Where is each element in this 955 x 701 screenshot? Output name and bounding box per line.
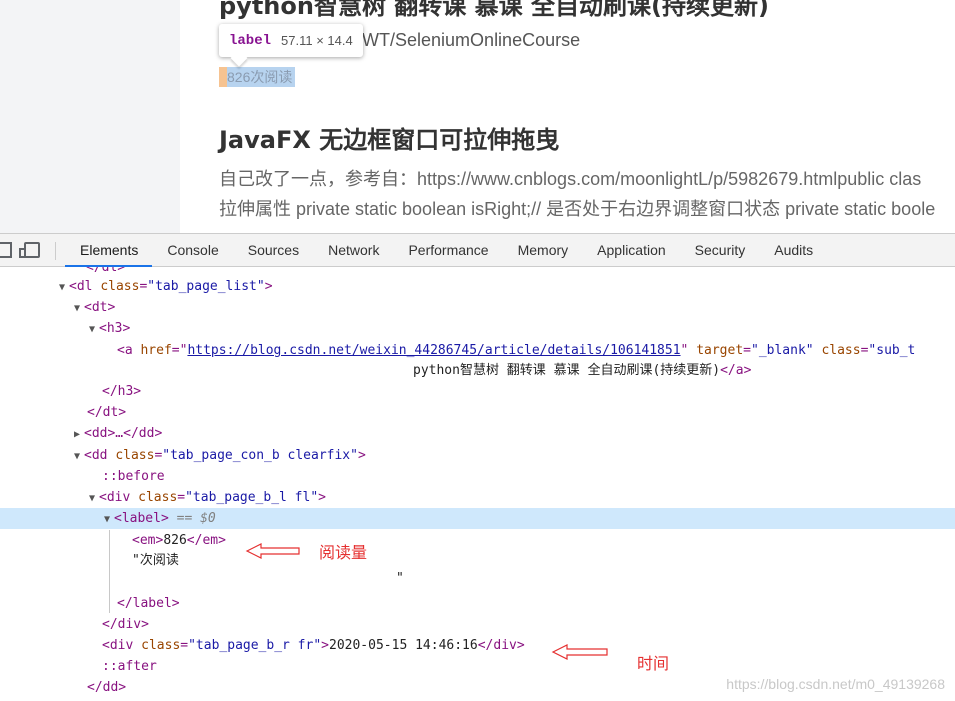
tab-console[interactable]: Console <box>152 234 232 267</box>
elements-tree: </dl> ▼<dl class="tab_page_list"> ▼<dt> … <box>0 267 955 701</box>
devtools-tabbar: Elements Console Sources Network Perform… <box>0 233 955 267</box>
tree-line-dd-collapsed[interactable]: ▶<dd>…</dd> <box>74 423 955 444</box>
indent-guide <box>109 530 110 613</box>
tab-network[interactable]: Network <box>313 234 393 267</box>
element-inspect-tooltip: label 57.11 × 14.4 <box>219 24 363 57</box>
expand-triangle-icon[interactable]: ▼ <box>59 277 69 298</box>
tooltip-dimensions: 57.11 × 14.4 <box>281 33 353 48</box>
tree-line-label-close[interactable]: </label> <box>117 593 955 614</box>
article-title-2[interactable]: JavaFX 无边框窗口可拉伸拖曳 <box>219 120 559 155</box>
tree-line-label-selected[interactable]: ▼<label> == $0 <box>0 508 955 529</box>
tree-line-h3-close[interactable]: </h3> <box>102 381 955 402</box>
tree-line-div-left[interactable]: ▼<div class="tab_page_b_l fl"> <box>89 487 955 508</box>
annotation-read-count: 阅读量 <box>319 539 367 563</box>
tree-line-dt-close[interactable]: </dt> <box>87 402 955 423</box>
expand-triangle-icon[interactable]: ▼ <box>104 509 114 530</box>
tab-memory[interactable]: Memory <box>503 234 583 267</box>
page-left-gutter <box>0 0 180 233</box>
article-description-line-1: 自己改了一点，参考自：https://www.cnblogs.com/moonl… <box>219 165 921 191</box>
tab-audits[interactable]: Audits <box>759 234 827 267</box>
collapse-triangle-icon[interactable]: ▶ <box>74 424 84 445</box>
tree-line-h3[interactable]: ▼<h3> <box>89 318 955 339</box>
annotation-arrow-left-icon <box>245 542 301 560</box>
devtools-tabs: Elements Console Sources Network Perform… <box>65 234 827 267</box>
tree-line-dd[interactable]: ▼<dd class="tab_page_con_b clearfix"> <box>74 445 955 466</box>
article-title[interactable]: python智慧树 翻转课 慕课 全自动刷课(持续更新) <box>219 0 769 21</box>
tree-line-before[interactable]: ::before <box>102 466 955 487</box>
inspect-element-icon[interactable] <box>0 242 12 258</box>
tree-line-after[interactable]: ::after <box>102 656 955 677</box>
tree-line-anchor-text[interactable]: python智慧树 翻转课 慕课 全自动刷课(持续更新)</a> <box>413 360 955 381</box>
tab-elements[interactable]: Elements <box>65 234 152 267</box>
anchor-href-link[interactable]: https://blog.csdn.net/weixin_44286745/ar… <box>187 343 680 358</box>
tab-application[interactable]: Application <box>582 234 680 267</box>
tooltip-tag-name: label <box>229 33 271 49</box>
annotation-time: 时间 <box>637 650 669 674</box>
expand-triangle-icon[interactable]: ▼ <box>89 488 99 509</box>
page-preview: python智慧树 翻转课 慕课 全自动刷课(持续更新) /github.com… <box>0 0 955 233</box>
tab-security[interactable]: Security <box>680 234 760 267</box>
tab-performance[interactable]: Performance <box>393 234 502 267</box>
tree-line-dt[interactable]: ▼<dt> <box>74 297 955 318</box>
tab-sources[interactable]: Sources <box>233 234 313 267</box>
device-toolbar-icon[interactable] <box>24 242 40 258</box>
highlighted-read-count: 826次阅读 <box>219 67 295 87</box>
article-description-line-2: 拉伸属性 private static boolean isRight;// 是… <box>219 195 935 221</box>
tree-line-div-right[interactable]: <div class="tab_page_b_r fr">2020-05-15 … <box>102 635 955 656</box>
expand-triangle-icon[interactable]: ▼ <box>74 298 84 319</box>
tree-line-div-close[interactable]: </div> <box>102 614 955 635</box>
expand-triangle-icon[interactable]: ▼ <box>74 446 84 467</box>
expand-triangle-icon[interactable]: ▼ <box>89 319 99 340</box>
tree-line-dl[interactable]: ▼<dl class="tab_page_list"> <box>59 276 955 297</box>
annotation-arrow-left-icon <box>551 643 609 661</box>
toolbar-divider <box>55 242 56 260</box>
tree-line-anchor[interactable]: <a href="https://blog.csdn.net/weixin_44… <box>117 340 955 361</box>
tree-line-text-node-end[interactable]: " <box>396 568 955 589</box>
watermark: https://blog.csdn.net/m0_49139268 <box>726 676 945 692</box>
